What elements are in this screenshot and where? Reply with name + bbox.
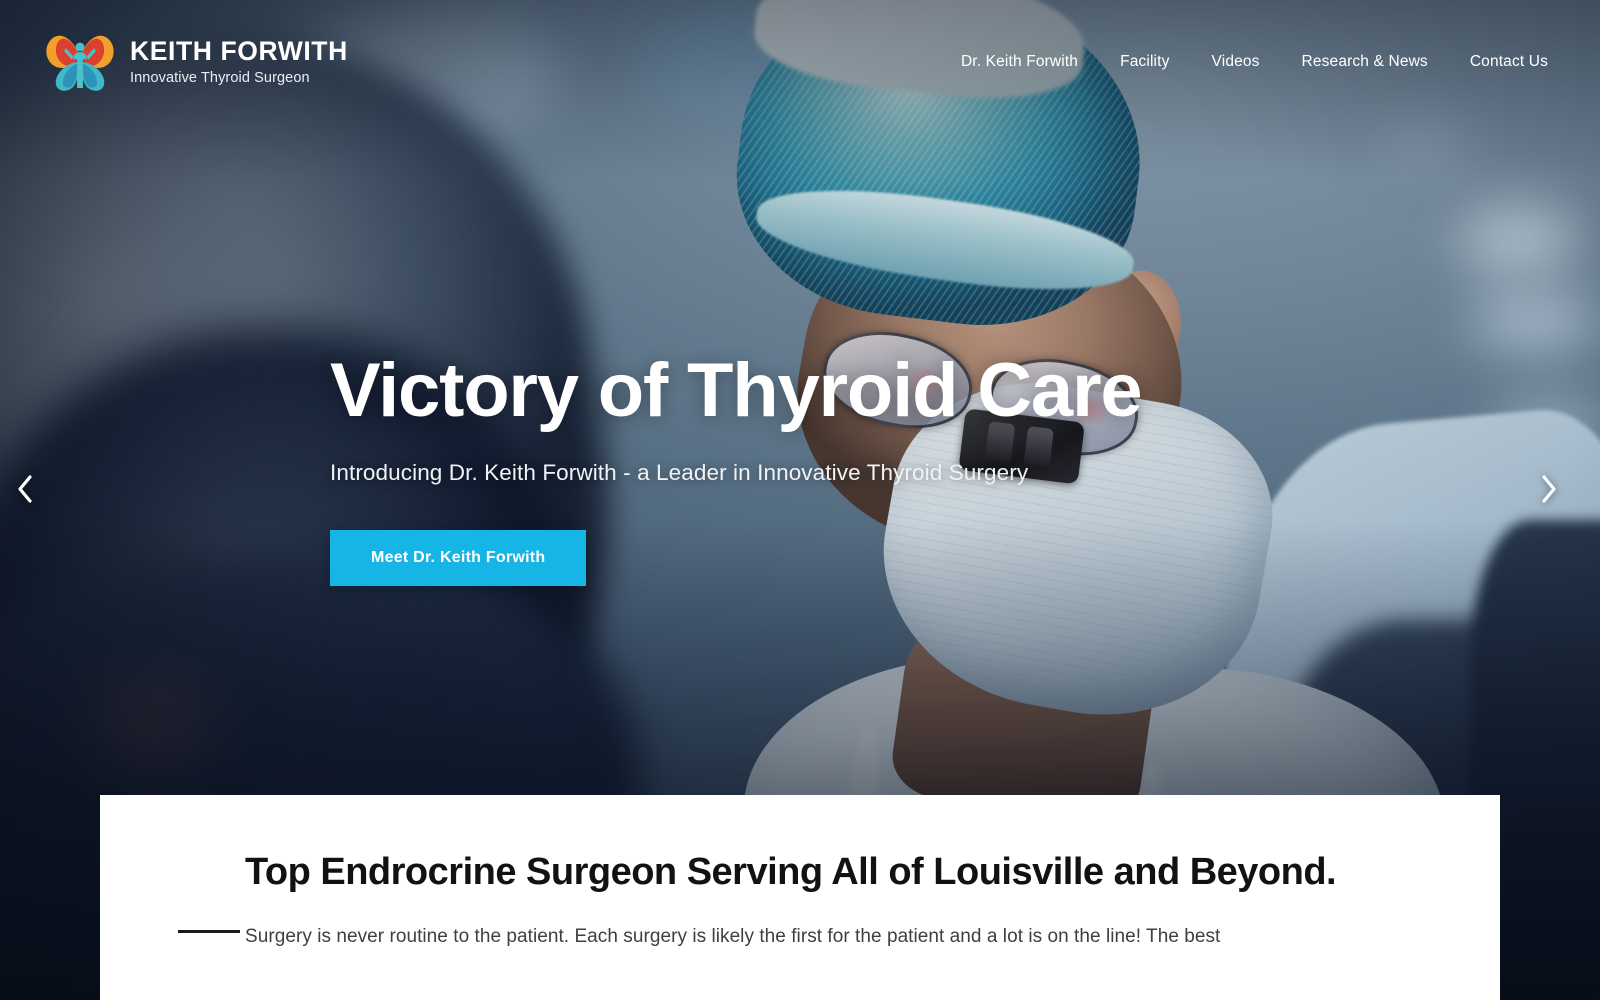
hero-subtitle: Introducing Dr. Keith Forwith - a Leader… [330, 459, 1029, 485]
nav-item-contact-us[interactable]: Contact Us [1470, 53, 1548, 71]
chevron-right-icon [1542, 475, 1556, 503]
nav-item-dr-keith-forwith[interactable]: Dr. Keith Forwith [961, 53, 1078, 71]
carousel-prev-button[interactable] [8, 472, 42, 506]
intro-body-text: Surgery is never routine to the patient.… [245, 925, 1221, 947]
brand-name: KEITH FORWITH [130, 35, 348, 66]
chevron-left-icon [18, 475, 32, 503]
meet-doctor-button[interactable]: Meet Dr. Keith Forwith [330, 529, 587, 586]
hero-content: Victory of Thyroid Care Introducing Dr. … [330, 352, 1330, 586]
site-header: KEITH FORWITH Innovative Thyroid Surgeon… [0, 0, 1600, 124]
main-navigation: Dr. Keith Forwith Facility Videos Resear… [961, 53, 1548, 71]
brand-tagline: Innovative Thyroid Surgeon [130, 70, 310, 87]
hero-title: Victory of Thyroid Care [330, 348, 1143, 433]
brand-logo-link[interactable]: KEITH FORWITH Innovative Thyroid Surgeon [44, 28, 348, 96]
intro-accent-rule [178, 930, 240, 933]
intro-heading: Top Endrocrine Surgeon Serving All of Lo… [245, 851, 1337, 893]
nav-item-facility[interactable]: Facility [1120, 53, 1169, 71]
nav-item-research-news[interactable]: Research & News [1302, 53, 1428, 71]
carousel-next-button[interactable] [1532, 472, 1566, 506]
intro-panel: Top Endrocrine Surgeon Serving All of Lo… [100, 795, 1500, 1000]
butterfly-logo-icon [46, 35, 114, 91]
nav-item-videos[interactable]: Videos [1212, 53, 1260, 71]
hero-carousel-slide: KEITH FORWITH Innovative Thyroid Surgeon… [0, 0, 1600, 1000]
